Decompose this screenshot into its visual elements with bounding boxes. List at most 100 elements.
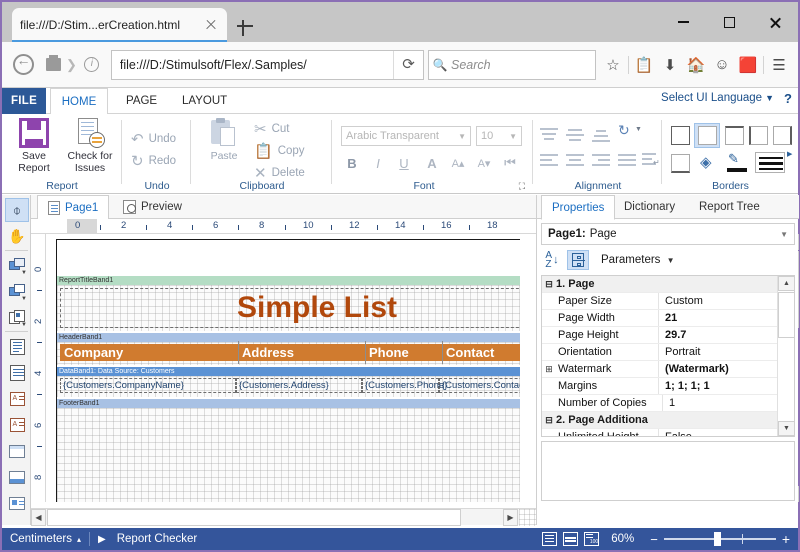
property-row[interactable]: ⊞ Watermark (Watermark): [542, 361, 778, 378]
units-selector[interactable]: Centimeters ▴: [2, 528, 89, 550]
text-rotation-button[interactable]: ↻ ▼: [618, 122, 642, 142]
italic-button[interactable]: I: [367, 152, 389, 174]
menu-icon[interactable]: ☰: [766, 50, 792, 80]
report-checker-button[interactable]: ▶ Report Checker: [90, 528, 205, 550]
word-wrap-button[interactable]: ↵: [642, 152, 662, 170]
decrease-font-size-button[interactable]: A▾: [473, 152, 495, 174]
property-row[interactable]: Margins 1; 1; 1; 1: [542, 378, 778, 395]
tab-home[interactable]: HOME: [50, 88, 108, 115]
canvas-horizontal-scrollbar[interactable]: ◀ ▶: [31, 508, 536, 526]
horizontal-ruler[interactable]: 0 2 4 6 8 10 12 14 16 18: [31, 219, 536, 234]
border-none-selected[interactable]: [694, 123, 720, 148]
tab-dictionary[interactable]: Dictionary: [614, 195, 685, 219]
categorized-icon[interactable]: [567, 250, 589, 270]
account-icon[interactable]: ☺: [709, 50, 735, 80]
property-value[interactable]: 21: [658, 310, 778, 326]
border-color-button[interactable]: ✎: [727, 151, 749, 173]
copy-button[interactable]: 📋 Copy: [254, 142, 305, 160]
tab-properties[interactable]: Properties: [541, 195, 616, 220]
property-value[interactable]: 1; 1; 1; 1: [658, 378, 778, 394]
property-value[interactable]: 29.7: [658, 327, 778, 343]
single-page-view-icon[interactable]: [542, 532, 558, 546]
align-middle-button[interactable]: [566, 126, 586, 144]
page-info-icon[interactable]: i: [77, 50, 107, 80]
scroll-left-arrow[interactable]: ◀: [31, 509, 46, 526]
help-button[interactable]: ?: [784, 91, 792, 106]
collapse-icon[interactable]: ⊟: [542, 415, 556, 426]
property-row[interactable]: Orientation Portrait: [542, 344, 778, 361]
zoom-level[interactable]: 60%: [603, 528, 642, 550]
property-category-row[interactable]: ⊟ 2. Page Additiona: [542, 412, 778, 429]
maximize-button[interactable]: [706, 2, 752, 42]
expand-icon[interactable]: ⊞: [542, 364, 556, 375]
bookmark-star-icon[interactable]: ☆: [600, 50, 626, 80]
border-right-button[interactable]: [773, 126, 792, 145]
close-button[interactable]: [752, 2, 798, 42]
reload-icon[interactable]: ⟳: [393, 50, 423, 79]
property-row[interactable]: Page Width 21: [542, 310, 778, 327]
border-style-button[interactable]: [755, 152, 785, 173]
property-row[interactable]: Paper Size Custom: [542, 293, 778, 310]
border-style-more-icon[interactable]: ▶: [787, 150, 792, 158]
align-bottom-button[interactable]: [592, 126, 612, 144]
scroll-thumb[interactable]: [47, 509, 461, 526]
clear-format-icon[interactable]: ⏮: [499, 152, 521, 174]
paste-button[interactable]: Paste: [198, 118, 250, 163]
redo-button[interactable]: ↻ Redo: [131, 152, 176, 170]
scroll-thumb[interactable]: [778, 292, 794, 338]
back-button[interactable]: [8, 50, 38, 80]
tab-report-tree[interactable]: Report Tree: [689, 195, 770, 219]
chevron-down-icon[interactable]: ▼: [21, 296, 27, 302]
property-category-row[interactable]: ⊟ 1. Page: [542, 276, 778, 293]
panel-component-tool[interactable]: [5, 439, 29, 463]
tab-preview[interactable]: Preview: [113, 195, 192, 219]
border-bottom-button[interactable]: [671, 154, 690, 173]
clone-panel-tool[interactable]: [5, 465, 29, 489]
font-color-button[interactable]: A: [421, 152, 443, 174]
report-canvas[interactable]: ReportTitleBand1 Simple List HeaderBand1…: [46, 234, 520, 502]
scroll-up-arrow[interactable]: ▲: [778, 276, 794, 291]
address-bar[interactable]: file:///D:/Stimulsoft/Flex/.Samples/ ⟳: [110, 49, 424, 80]
page-sheet[interactable]: ReportTitleBand1 Simple List HeaderBand1…: [56, 239, 520, 502]
select-pointer-tool[interactable]: ⌽: [5, 198, 29, 222]
multi-page-view-icon[interactable]: [563, 532, 579, 546]
sort-alphabetical-icon[interactable]: AZ ↓: [541, 250, 563, 270]
border-left-button[interactable]: [749, 126, 768, 145]
cut-button[interactable]: ✂ Cut: [254, 120, 289, 138]
zoom-out-button[interactable]: −: [650, 532, 658, 547]
property-row[interactable]: Number of Copies 1: [542, 395, 778, 412]
zoom-slider-track[interactable]: [663, 532, 776, 546]
downloads-icon[interactable]: ⬇: [657, 50, 683, 80]
property-row[interactable]: Page Height 29.7: [542, 327, 778, 344]
sub-report-tool[interactable]: [5, 491, 29, 515]
zoom-slider-thumb[interactable]: [713, 532, 721, 546]
tab-layout[interactable]: LAYOUT: [170, 88, 239, 114]
rich-text-component-tool[interactable]: [5, 361, 29, 385]
vertical-ruler[interactable]: 0 2 4 6 8: [31, 234, 46, 502]
save-report-button[interactable]: Save Report: [6, 118, 62, 174]
property-value[interactable]: 1: [662, 395, 778, 411]
image-component-tool[interactable]: A: [5, 387, 29, 411]
footer-band[interactable]: FooterBand1: [57, 399, 520, 421]
check-box-component-tool[interactable]: A: [5, 413, 29, 437]
parameters-dropdown[interactable]: Parameters ▼: [601, 254, 675, 266]
header-band[interactable]: HeaderBand1 Company Address Phone Contac…: [57, 333, 520, 365]
library-icon[interactable]: [38, 50, 68, 80]
property-value[interactable]: False: [658, 429, 778, 436]
underline-button[interactable]: U: [393, 152, 415, 174]
property-value[interactable]: (Watermark): [658, 361, 778, 377]
minimize-button[interactable]: [660, 2, 706, 42]
font-size-select[interactable]: 10 ▼: [476, 126, 522, 146]
close-icon[interactable]: [203, 17, 219, 33]
text-component-tool[interactable]: [5, 335, 29, 359]
tab-page[interactable]: PAGE: [114, 88, 169, 114]
zoom-in-button[interactable]: +: [782, 531, 790, 547]
property-row[interactable]: Unlimited Height False: [542, 429, 778, 436]
new-tab-button[interactable]: [235, 16, 255, 36]
check-for-issues-button[interactable]: Check for Issues: [62, 118, 118, 174]
font-family-select[interactable]: Arabic Transparent ▼: [341, 126, 471, 146]
align-center-button[interactable]: [566, 152, 586, 170]
library-list-icon[interactable]: 📋: [631, 50, 657, 80]
home-icon[interactable]: 🏠: [683, 50, 709, 80]
tab-page1[interactable]: Page1: [37, 195, 110, 220]
